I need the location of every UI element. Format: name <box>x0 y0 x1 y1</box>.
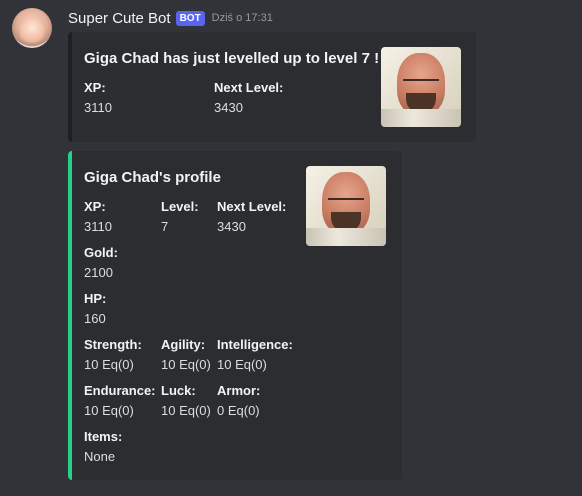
field-name-items: Items: <box>84 429 123 444</box>
field-name-armor: Armor: <box>217 383 261 398</box>
field-name-level: Level: <box>161 199 199 214</box>
field-name-endurance: Endurance: <box>84 383 156 398</box>
field-name-intelligence: Intelligence: <box>217 337 293 352</box>
field-name-next-level: Next Level: <box>217 199 287 214</box>
bot-badge: BOT <box>175 10 205 26</box>
level-up-embed: Giga Chad has just levelled up to level … <box>68 32 476 142</box>
field-name-xp: XP: <box>84 199 106 214</box>
field-name-next-level: Next Level: <box>214 80 284 95</box>
field-value-level: 7 <box>161 219 169 234</box>
profile-embed: Giga Chad's profile XP: 3110 Level: 7 Ne… <box>68 151 402 480</box>
field-value-endurance: 10 Eq(0) <box>84 403 134 418</box>
field-value-luck: 10 Eq(0) <box>161 403 211 418</box>
field-value-intelligence: 10 Eq(0) <box>217 357 267 372</box>
author-username[interactable]: Super Cute Bot <box>68 10 171 27</box>
embed-thumbnail[interactable] <box>306 166 386 246</box>
field-name-gold: Gold: <box>84 245 118 260</box>
field-value-agility: 10 Eq(0) <box>161 357 211 372</box>
field-name-xp: XP: <box>84 80 106 95</box>
field-value-xp: 3110 <box>84 100 112 115</box>
field-value-hp: 160 <box>84 311 106 326</box>
field-value-gold: 2100 <box>84 265 113 280</box>
field-value-strength: 10 Eq(0) <box>84 357 134 372</box>
chat-message: Super Cute Bot BOT Dziś o 17:31 Giga Cha… <box>0 0 582 496</box>
embed-thumbnail[interactable] <box>381 47 461 127</box>
message-header: Super Cute Bot BOT Dziś o 17:31 <box>68 8 273 28</box>
field-value-xp: 3110 <box>84 219 112 234</box>
embed-title: Giga Chad has just levelled up to level … <box>84 50 380 67</box>
avatar-face-icon <box>20 18 44 46</box>
field-value-items: None <box>84 449 116 464</box>
field-name-hp: HP: <box>84 291 107 306</box>
message-timestamp[interactable]: Dziś o 17:31 <box>212 12 273 24</box>
field-value-next-level: 3430 <box>214 100 243 115</box>
field-name-strength: Strength: <box>84 337 142 352</box>
bot-avatar[interactable] <box>12 8 52 48</box>
field-value-next-level: 3430 <box>217 219 246 234</box>
field-name-agility: Agility: <box>161 337 206 352</box>
embed-title: Giga Chad's profile <box>84 169 221 186</box>
field-name-luck: Luck: <box>161 383 196 398</box>
field-value-armor: 0 Eq(0) <box>217 403 260 418</box>
